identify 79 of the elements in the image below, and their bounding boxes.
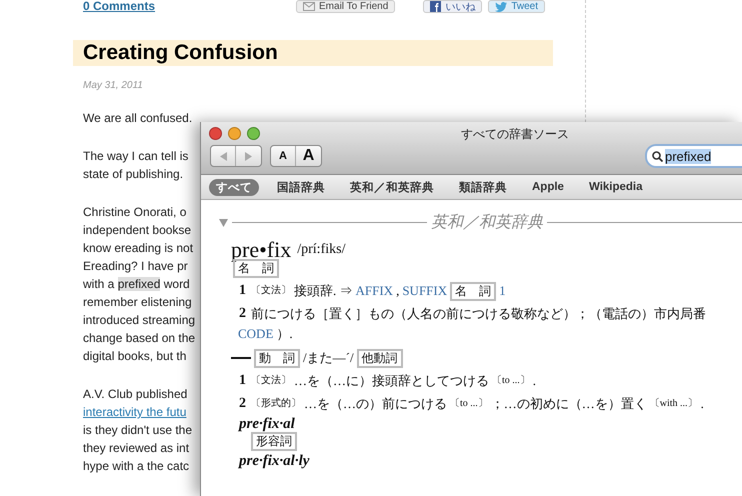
source-tab[interactable]: すべて [209, 178, 259, 196]
forward-arrow-icon [245, 152, 252, 160]
body-text: The way I can tell is [83, 149, 188, 163]
body-text: change based on the [83, 331, 196, 345]
pronunciation: /prí:fiks/ [297, 241, 346, 259]
smaller-text-button[interactable]: A [271, 146, 296, 166]
sense-number: 2 [239, 305, 246, 323]
sense-number: 2 [239, 395, 246, 413]
part-of-speech-tag: 名 詞 [450, 282, 496, 300]
usage-label: 〔to ...〕 [450, 397, 488, 411]
body-text: they reviewed as int [83, 441, 190, 455]
body-text: hype with a the catc [83, 459, 190, 473]
body-text: A.V. Club published [83, 387, 188, 401]
definition-text: . [532, 372, 536, 390]
usage-label: 〔with ...〕 [650, 397, 698, 411]
cross-reference-link[interactable]: SUFFIX [402, 281, 448, 301]
body-text: We are all confused. [83, 111, 192, 125]
source-tab[interactable]: 英和／和英辞典 [343, 178, 441, 196]
headword: pre•fix [231, 239, 292, 261]
email-button[interactable]: Email To Friend [296, 0, 396, 13]
larger-text-button[interactable]: A [296, 146, 321, 166]
definition-text: /また―ˊ/ [303, 349, 354, 367]
definition-text: 前につける［置く］もの（人名の前につける敬称など）；（電話の）市内局番 [251, 305, 706, 323]
part-of-speech-tag: 他動詞 [356, 348, 403, 368]
disclosure-triangle-icon[interactable] [219, 218, 228, 226]
part-of-speech-tag: 形容詞 [251, 432, 297, 451]
definition-text: , [396, 282, 400, 300]
back-arrow-icon [220, 152, 226, 160]
usage-label: 〔文法〕 [251, 374, 291, 388]
definition-text: …を（…に）接頭辞としてつける [294, 372, 489, 390]
tweet-button[interactable]: Tweet [488, 0, 545, 13]
search-icon [652, 150, 663, 162]
body-text: Ereading? I have pr [83, 259, 188, 273]
zoom-icon[interactable] [247, 126, 260, 140]
body-text: know ereading is not [83, 241, 194, 255]
derived-word: pre·fix·al [239, 415, 295, 434]
usage-label: 〔形式的〕 [251, 396, 301, 411]
body-text: independent bookse [83, 223, 192, 237]
body-text: with a [83, 277, 116, 291]
source-tab[interactable]: 類語辞典 [452, 178, 514, 196]
like-button[interactable]: いいね [423, 0, 482, 13]
article-link[interactable]: interactivity the futu [83, 405, 186, 419]
section-title: 英和／和英辞典 [431, 212, 543, 233]
sense-number: 1 [239, 282, 246, 300]
body-text: remember elistening [83, 295, 192, 309]
minimize-icon[interactable] [228, 126, 241, 140]
highlighted-word: prefixed [118, 277, 160, 291]
definition-text: ；…の初めに（…を）置く [490, 395, 647, 413]
body-text: Christine Onorati, o [83, 205, 186, 219]
post-date: May 31, 2011 [83, 80, 144, 91]
source-tab[interactable]: 国語辞典 [270, 178, 332, 196]
dash-rule [231, 357, 251, 359]
body-text: state of publishing. [83, 167, 184, 181]
part-of-speech-tag: 動 詞 [254, 348, 300, 368]
body-text: introduced streaming [83, 313, 196, 327]
cross-reference-link[interactable]: AFFIX [356, 281, 394, 301]
body-text: word [162, 277, 190, 291]
derived-word: pre·fix·al·ly [239, 452, 310, 471]
comments-link[interactable]: 0 Comments [83, 0, 156, 12]
source-tab[interactable]: Wikipedia [582, 180, 650, 194]
source-tab[interactable]: Apple [525, 180, 571, 194]
sense-number: 1 [239, 372, 246, 390]
part-of-speech-tag: 名 詞 [233, 259, 279, 278]
bird-icon [495, 2, 508, 12]
body-text: digital books, but th [83, 349, 186, 363]
definition-text: …を（…の）前につける [304, 395, 447, 413]
usage-label: 〔to ...〕 [492, 374, 530, 388]
definition-text: 接頭辞. ⇒ [294, 282, 352, 300]
body-text: is they didn't use the [83, 423, 192, 437]
usage-label: 〔文法〕 [251, 284, 291, 298]
window-title: すべての辞書ソース [461, 126, 569, 143]
post-title: Creating Confusion [73, 40, 553, 66]
cross-reference-link[interactable]: 1 [499, 281, 506, 301]
envelope-icon [303, 2, 316, 11]
definition-text: . [700, 395, 704, 413]
search-field[interactable]: prefixed [645, 144, 742, 168]
definition-text: ）. [276, 325, 293, 343]
close-icon[interactable] [209, 126, 222, 140]
cross-reference-link[interactable]: CODE [238, 324, 274, 344]
